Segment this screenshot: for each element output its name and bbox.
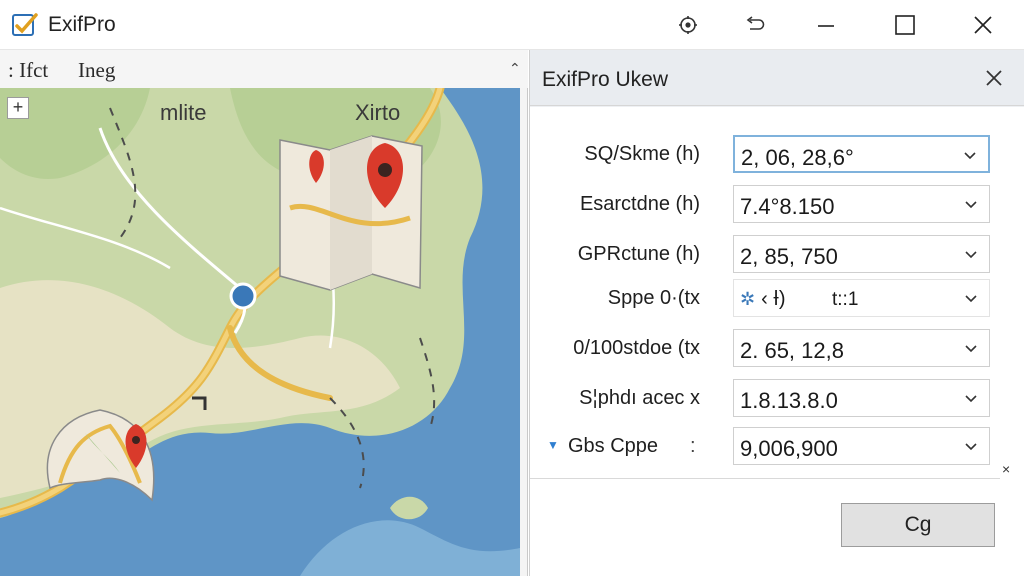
menu-item-file[interactable]: : Ifct xyxy=(8,58,48,83)
altitude-field[interactable]: 2, 85, 750 xyxy=(733,235,990,273)
chevron-down-icon[interactable] xyxy=(963,246,979,262)
maximize-button[interactable] xyxy=(872,0,938,50)
longitude-field[interactable]: 7.4°8.150 xyxy=(733,185,990,223)
chevron-down-icon[interactable] xyxy=(962,147,978,163)
settings-button[interactable] xyxy=(655,0,721,50)
field-label: 0/100stdoe (tx xyxy=(573,337,700,359)
dialog-header: ExifPro Ukew xyxy=(530,50,1024,106)
field-value-left: ‹ Ɨ) xyxy=(761,288,786,310)
minimize-button[interactable] xyxy=(793,0,859,50)
settings-icon xyxy=(679,16,697,34)
field-label: Esarctdne (h) xyxy=(579,193,700,215)
divider xyxy=(530,478,1000,479)
ok-button[interactable]: Cg xyxy=(841,503,995,547)
field-separator: : xyxy=(690,435,696,457)
app-title: ExifPro xyxy=(48,13,116,36)
exif-dialog: ExifPro Ukew SQ/Skme (h) 2, 06, 28,6° Es… xyxy=(529,50,1024,576)
chevron-down-icon[interactable] xyxy=(963,438,979,454)
map-place-label: mlite xyxy=(160,100,207,125)
field-label: S¦phdı acec x xyxy=(579,387,700,409)
field-value: ✲ ‹ Ɨ) xyxy=(740,288,786,311)
close-icon xyxy=(974,16,992,34)
menu-bar: : Ifct Ineg ⌃ xyxy=(0,50,528,88)
speed-field[interactable]: ✲ ‹ Ɨ) t::1 xyxy=(733,279,990,317)
dialog-title: ExifPro Ukew xyxy=(542,68,669,91)
field-label: GPRctune (h) xyxy=(577,243,700,265)
map-pane: : Ifct Ineg ⌃ + mlite Xirto xyxy=(0,50,528,576)
close-icon xyxy=(986,70,1002,86)
satellites-field[interactable]: 1.8.13.8.0 xyxy=(733,379,990,417)
maximize-icon xyxy=(895,15,915,35)
field-label: Gbs Cppe xyxy=(568,435,659,457)
field-value: 1.8.13.8.0 xyxy=(740,388,838,413)
field-value: 9,006,900 xyxy=(740,436,838,461)
field-value-right: t::1 xyxy=(832,289,859,310)
clear-icon[interactable]: × xyxy=(1002,461,1010,477)
app-logo-icon xyxy=(12,13,38,36)
minimize-icon xyxy=(818,25,834,27)
gps-time-field[interactable]: 9,006,900 xyxy=(733,427,990,465)
field-label: SQ/Skme (h) xyxy=(584,143,700,165)
field-label: Sppe 0·(tx xyxy=(607,287,700,309)
chevron-down-icon[interactable] xyxy=(963,196,979,212)
map-place-label: Xirto xyxy=(355,100,401,125)
field-value: 2, 06, 28,6° xyxy=(741,145,854,170)
title-bar: ExifPro xyxy=(0,0,1024,50)
field-value: 2, 85, 750 xyxy=(740,244,838,269)
chevron-down-icon[interactable] xyxy=(963,390,979,406)
menu-item-image[interactable]: Ineg xyxy=(78,58,115,83)
dialog-body: SQ/Skme (h) 2, 06, 28,6° Esarctdne (h) 7… xyxy=(530,107,1024,576)
field-value: 7.4°8.150 xyxy=(740,194,835,219)
undo-button[interactable] xyxy=(722,0,788,50)
chevron-down-icon[interactable] xyxy=(963,290,979,306)
chevron-down-icon[interactable] xyxy=(963,340,979,356)
field-value: 2. 65, 12,8 xyxy=(740,338,844,363)
latitude-field[interactable]: 2, 06, 28,6° xyxy=(733,135,990,173)
map-view[interactable]: + mlite Xirto xyxy=(0,88,520,576)
dialog-close-button[interactable] xyxy=(980,64,1008,92)
gear-icon: ✲ xyxy=(740,289,756,309)
direction-field[interactable]: 2. 65, 12,8 xyxy=(733,329,990,367)
close-button[interactable] xyxy=(950,0,1016,50)
expand-arrow-icon[interactable]: ▼ xyxy=(547,438,559,452)
undo-icon xyxy=(746,16,765,30)
pin-pane-icon[interactable]: ⌃ xyxy=(509,60,521,77)
map-canvas xyxy=(0,88,520,576)
zoom-in-button[interactable]: + xyxy=(7,97,29,119)
